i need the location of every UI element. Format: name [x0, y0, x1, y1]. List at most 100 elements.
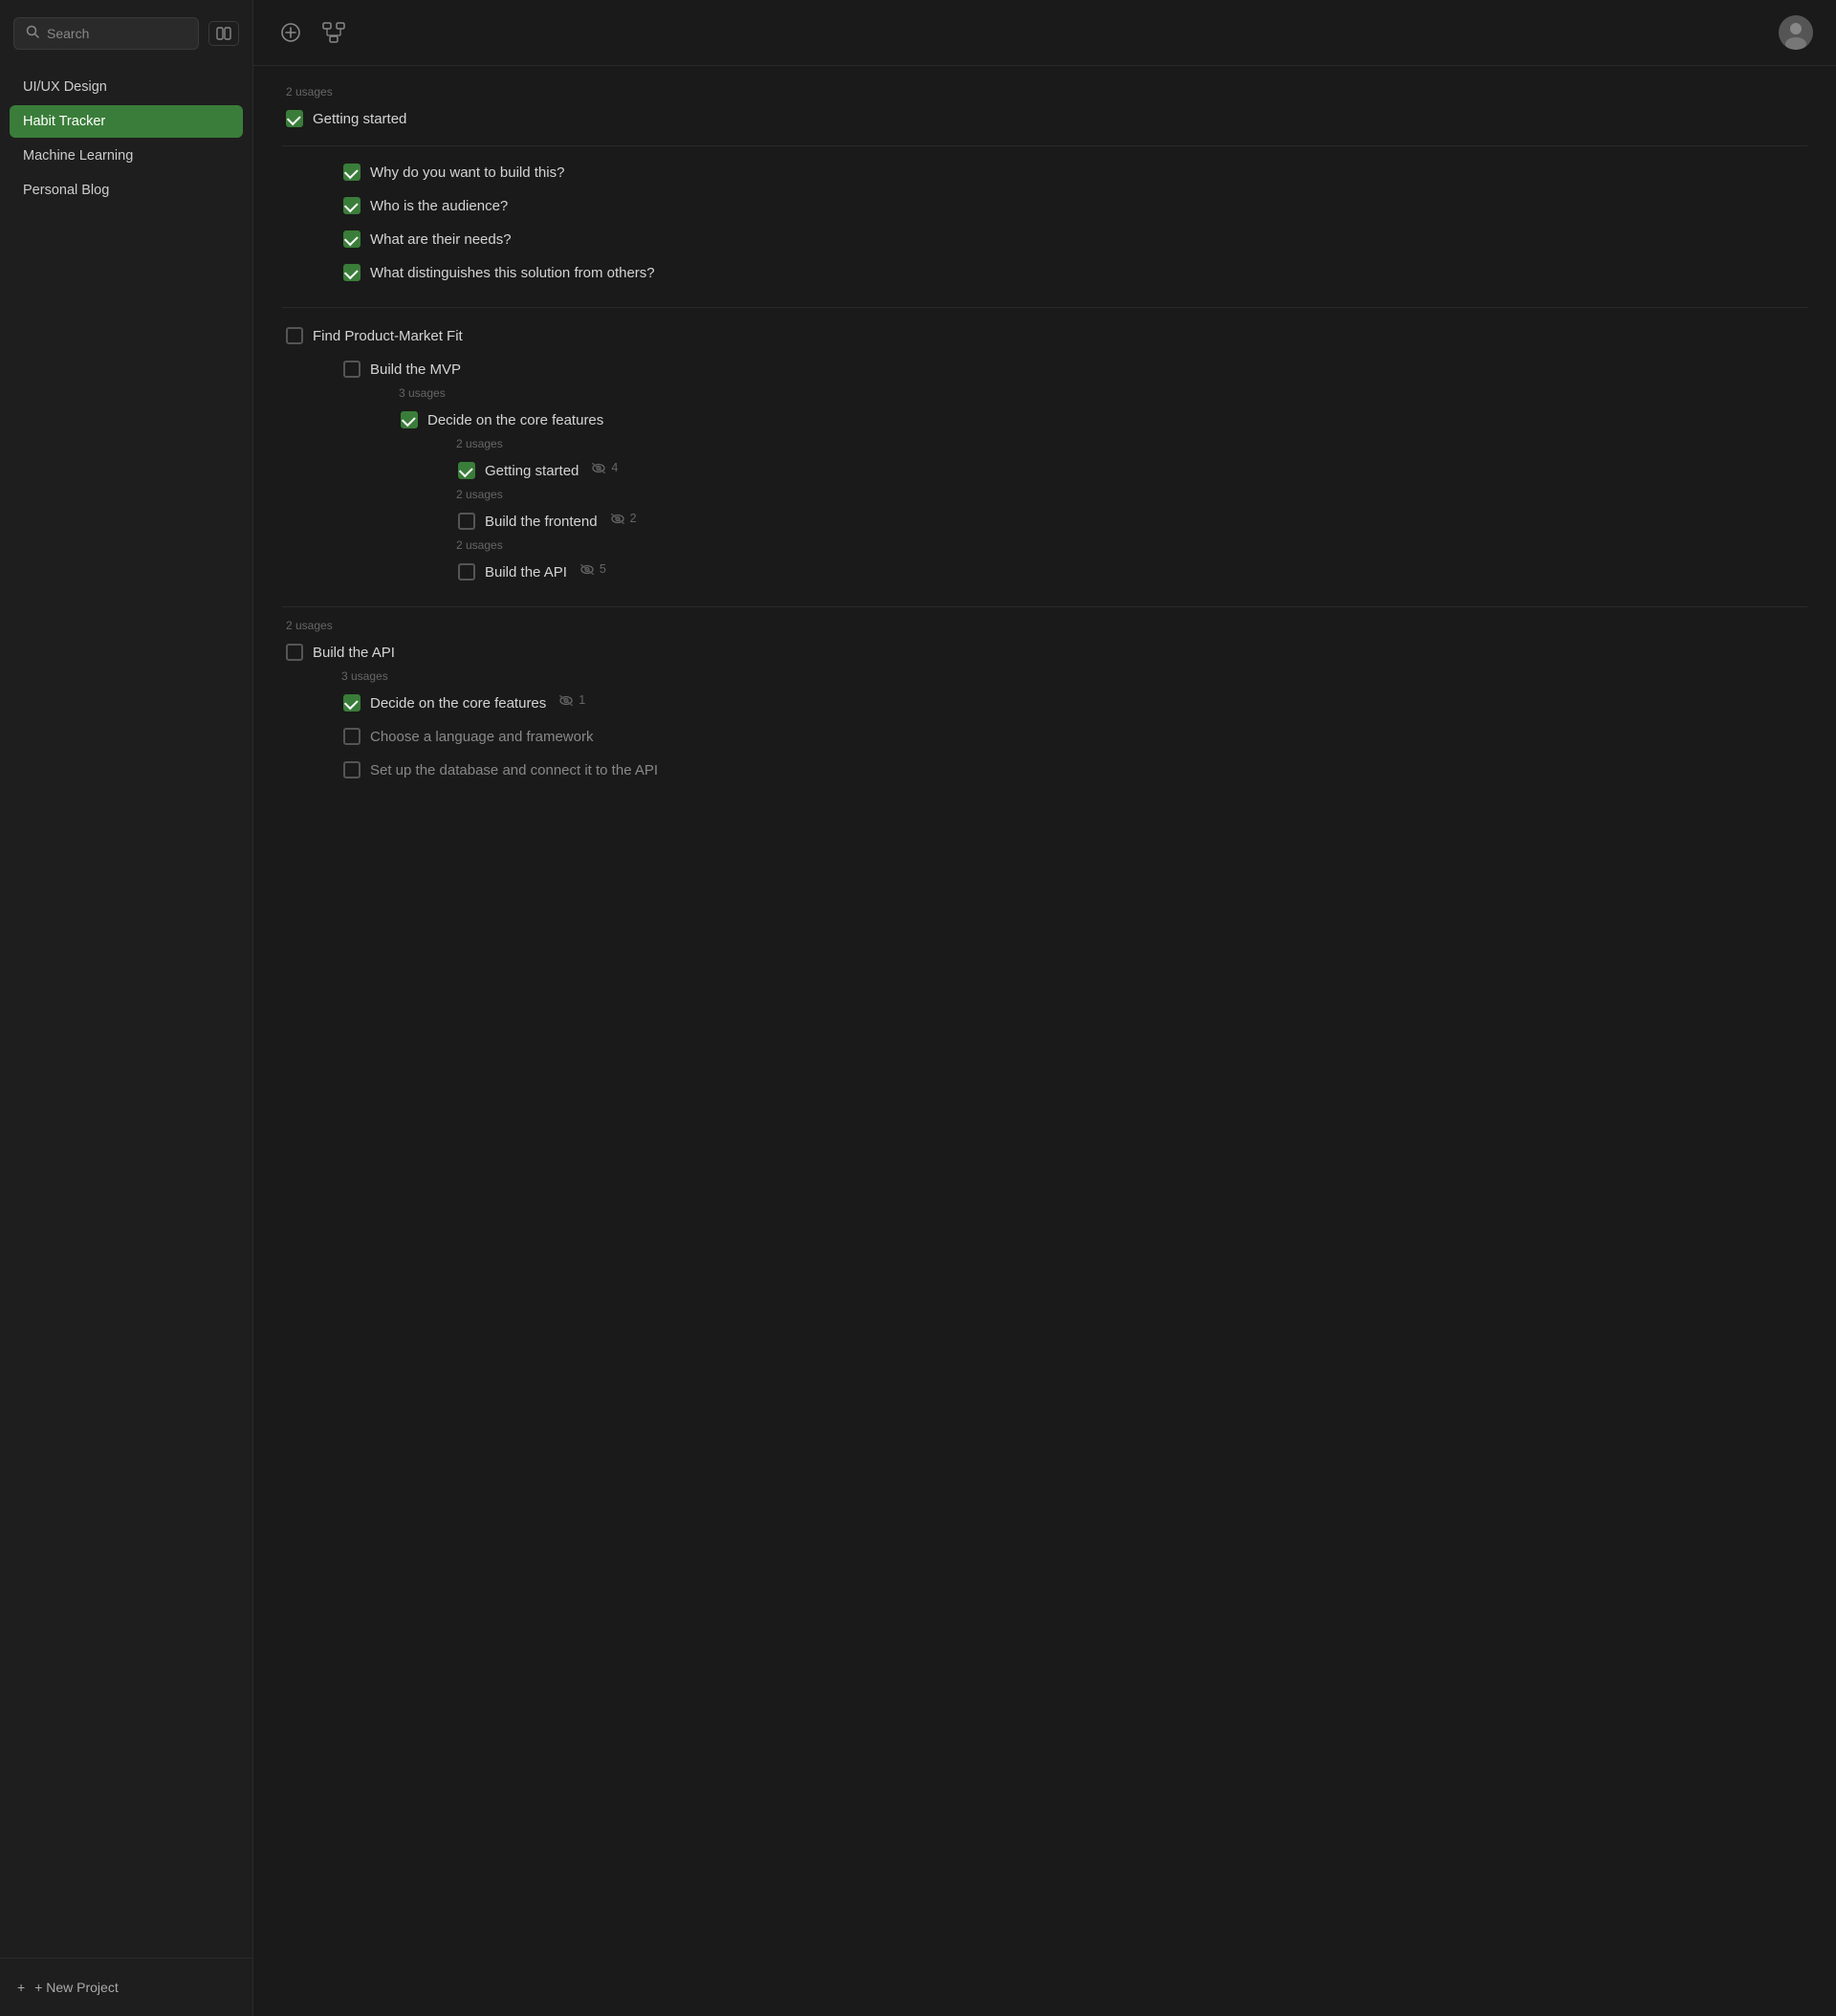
add-button[interactable] — [276, 18, 305, 47]
task-item: What distinguishes this solution from ot… — [339, 256, 1807, 290]
task-item: Why do you want to build this? — [339, 156, 1807, 189]
task-item: Getting started — [282, 102, 1807, 136]
usages-label: 2 usages — [456, 488, 1807, 501]
task-meta: 1 — [559, 693, 585, 707]
task-meta: 2 — [611, 512, 637, 525]
task-label: Build the API — [485, 562, 567, 582]
task-checkbox[interactable] — [458, 563, 475, 581]
sidebar-header: Search — [0, 0, 252, 63]
header-left-actions — [276, 18, 349, 47]
task-checkbox[interactable] — [343, 761, 361, 778]
task-meta: 4 — [592, 461, 618, 474]
usages-label: 2 usages — [456, 538, 1807, 552]
task-meta: 5 — [580, 562, 606, 576]
task-label: Decide on the core features — [427, 410, 603, 430]
task-item: Who is the audience? — [339, 189, 1807, 223]
eye-count: 2 — [630, 512, 637, 525]
task-item: Decide on the core features 1 — [339, 687, 1807, 720]
indent-block: 2 usages Build the API 5 — [454, 538, 1807, 589]
task-item: Set up the database and connect it to th… — [339, 754, 1807, 787]
task-checkbox[interactable] — [343, 361, 361, 378]
usages-label: 2 usages — [456, 437, 1807, 450]
task-label: Why do you want to build this? — [370, 163, 564, 183]
new-project-label: + New Project — [34, 1980, 119, 1995]
eye-count: 5 — [600, 562, 606, 576]
indent-block: 2 usages Getting started 4 — [454, 437, 1807, 488]
task-label: Build the frontend — [485, 512, 598, 532]
task-label: Build the API — [313, 643, 395, 663]
task-list: 2 usages Getting started Why do you want… — [253, 66, 1836, 2016]
eye-icon — [559, 695, 573, 706]
task-item: What are their needs? — [339, 223, 1807, 256]
task-group-getting-started: 2 usages Getting started Why do you want… — [282, 85, 1807, 290]
task-item: Decide on the core features — [397, 404, 1807, 437]
task-label: Find Product-Market Fit — [313, 326, 463, 346]
task-checkbox[interactable] — [458, 462, 475, 479]
task-group-build-api: 2 usages Build the API 3 usages Decide o… — [282, 619, 1807, 787]
usages-label: 2 usages — [286, 619, 1807, 632]
section-divider — [282, 606, 1807, 607]
section-divider — [282, 307, 1807, 308]
task-item: Choose a language and framework — [339, 720, 1807, 754]
task-checkbox[interactable] — [343, 164, 361, 181]
task-label: What distinguishes this solution from ot… — [370, 263, 655, 283]
indent-block: 3 usages Decide on the core features 1 — [339, 669, 1807, 720]
main-content: 2 usages Getting started Why do you want… — [253, 0, 1836, 2016]
sidebar-item-habit-tracker[interactable]: Habit Tracker — [10, 105, 243, 138]
usages-label: 2 usages — [286, 85, 1807, 99]
task-item: Build the MVP — [339, 353, 1807, 386]
task-checkbox[interactable] — [343, 264, 361, 281]
sidebar-toggle-button[interactable] — [208, 21, 239, 46]
task-label: What are their needs? — [370, 230, 512, 250]
task-checkbox[interactable] — [343, 197, 361, 214]
eye-icon — [592, 463, 605, 473]
new-project-button[interactable]: + + New Project — [13, 1974, 122, 2001]
task-item: Find Product-Market Fit — [282, 319, 1807, 353]
task-item: Build the API 5 — [454, 556, 1807, 589]
eye-count: 1 — [579, 693, 585, 707]
plus-icon: + — [17, 1980, 25, 1995]
usages-getting-started: 2 usages — [284, 85, 1807, 99]
sidebar-item-machine-learning[interactable]: Machine Learning — [10, 140, 243, 172]
sidebar-item-uiux[interactable]: UI/UX Design — [10, 71, 243, 103]
avatar[interactable] — [1779, 15, 1813, 50]
indent-block: 2 usages Build the frontend 2 — [454, 488, 1807, 538]
task-label: Who is the audience? — [370, 196, 508, 216]
search-icon — [26, 25, 39, 42]
task-label: Build the MVP — [370, 360, 461, 380]
usages-label: 3 usages — [399, 386, 1807, 400]
task-label: Getting started — [485, 461, 579, 481]
sidebar: Search UI/UX Design Habit Tracker Machin… — [0, 0, 253, 2016]
task-checkbox[interactable] — [343, 230, 361, 248]
eye-icon — [611, 514, 624, 524]
task-label: Getting started — [313, 109, 406, 129]
task-checkbox[interactable] — [286, 327, 303, 344]
search-input-label: Search — [47, 26, 89, 41]
task-label: Choose a language and framework — [370, 727, 593, 747]
task-label: Decide on the core features — [370, 693, 546, 713]
sidebar-footer: + + New Project — [0, 1958, 252, 2016]
search-box[interactable]: Search — [13, 17, 199, 50]
task-item: Build the API — [282, 636, 1807, 669]
eye-icon — [580, 564, 594, 575]
task-checkbox[interactable] — [286, 644, 303, 661]
hierarchy-button[interactable] — [318, 18, 349, 47]
task-checkbox[interactable] — [401, 411, 418, 428]
task-label: Set up the database and connect it to th… — [370, 760, 658, 780]
task-checkbox[interactable] — [343, 694, 361, 712]
sidebar-nav: UI/UX Design Habit Tracker Machine Learn… — [0, 63, 252, 1958]
eye-count: 4 — [611, 461, 618, 474]
usages-label: 3 usages — [341, 669, 1807, 683]
task-checkbox[interactable] — [458, 513, 475, 530]
divider — [282, 145, 1807, 146]
usages-build-api: 2 usages — [284, 619, 1807, 632]
sidebar-item-personal-blog[interactable]: Personal Blog — [10, 174, 243, 207]
task-group-pmf: Find Product-Market Fit Build the MVP 3 … — [282, 319, 1807, 589]
indent-block: 3 usages Decide on the core features — [397, 386, 1807, 437]
header-right-actions — [1779, 15, 1813, 50]
task-checkbox[interactable] — [286, 110, 303, 127]
task-item: Build the frontend 2 — [454, 505, 1807, 538]
task-item: Getting started 4 — [454, 454, 1807, 488]
task-checkbox[interactable] — [343, 728, 361, 745]
main-header — [253, 0, 1836, 66]
